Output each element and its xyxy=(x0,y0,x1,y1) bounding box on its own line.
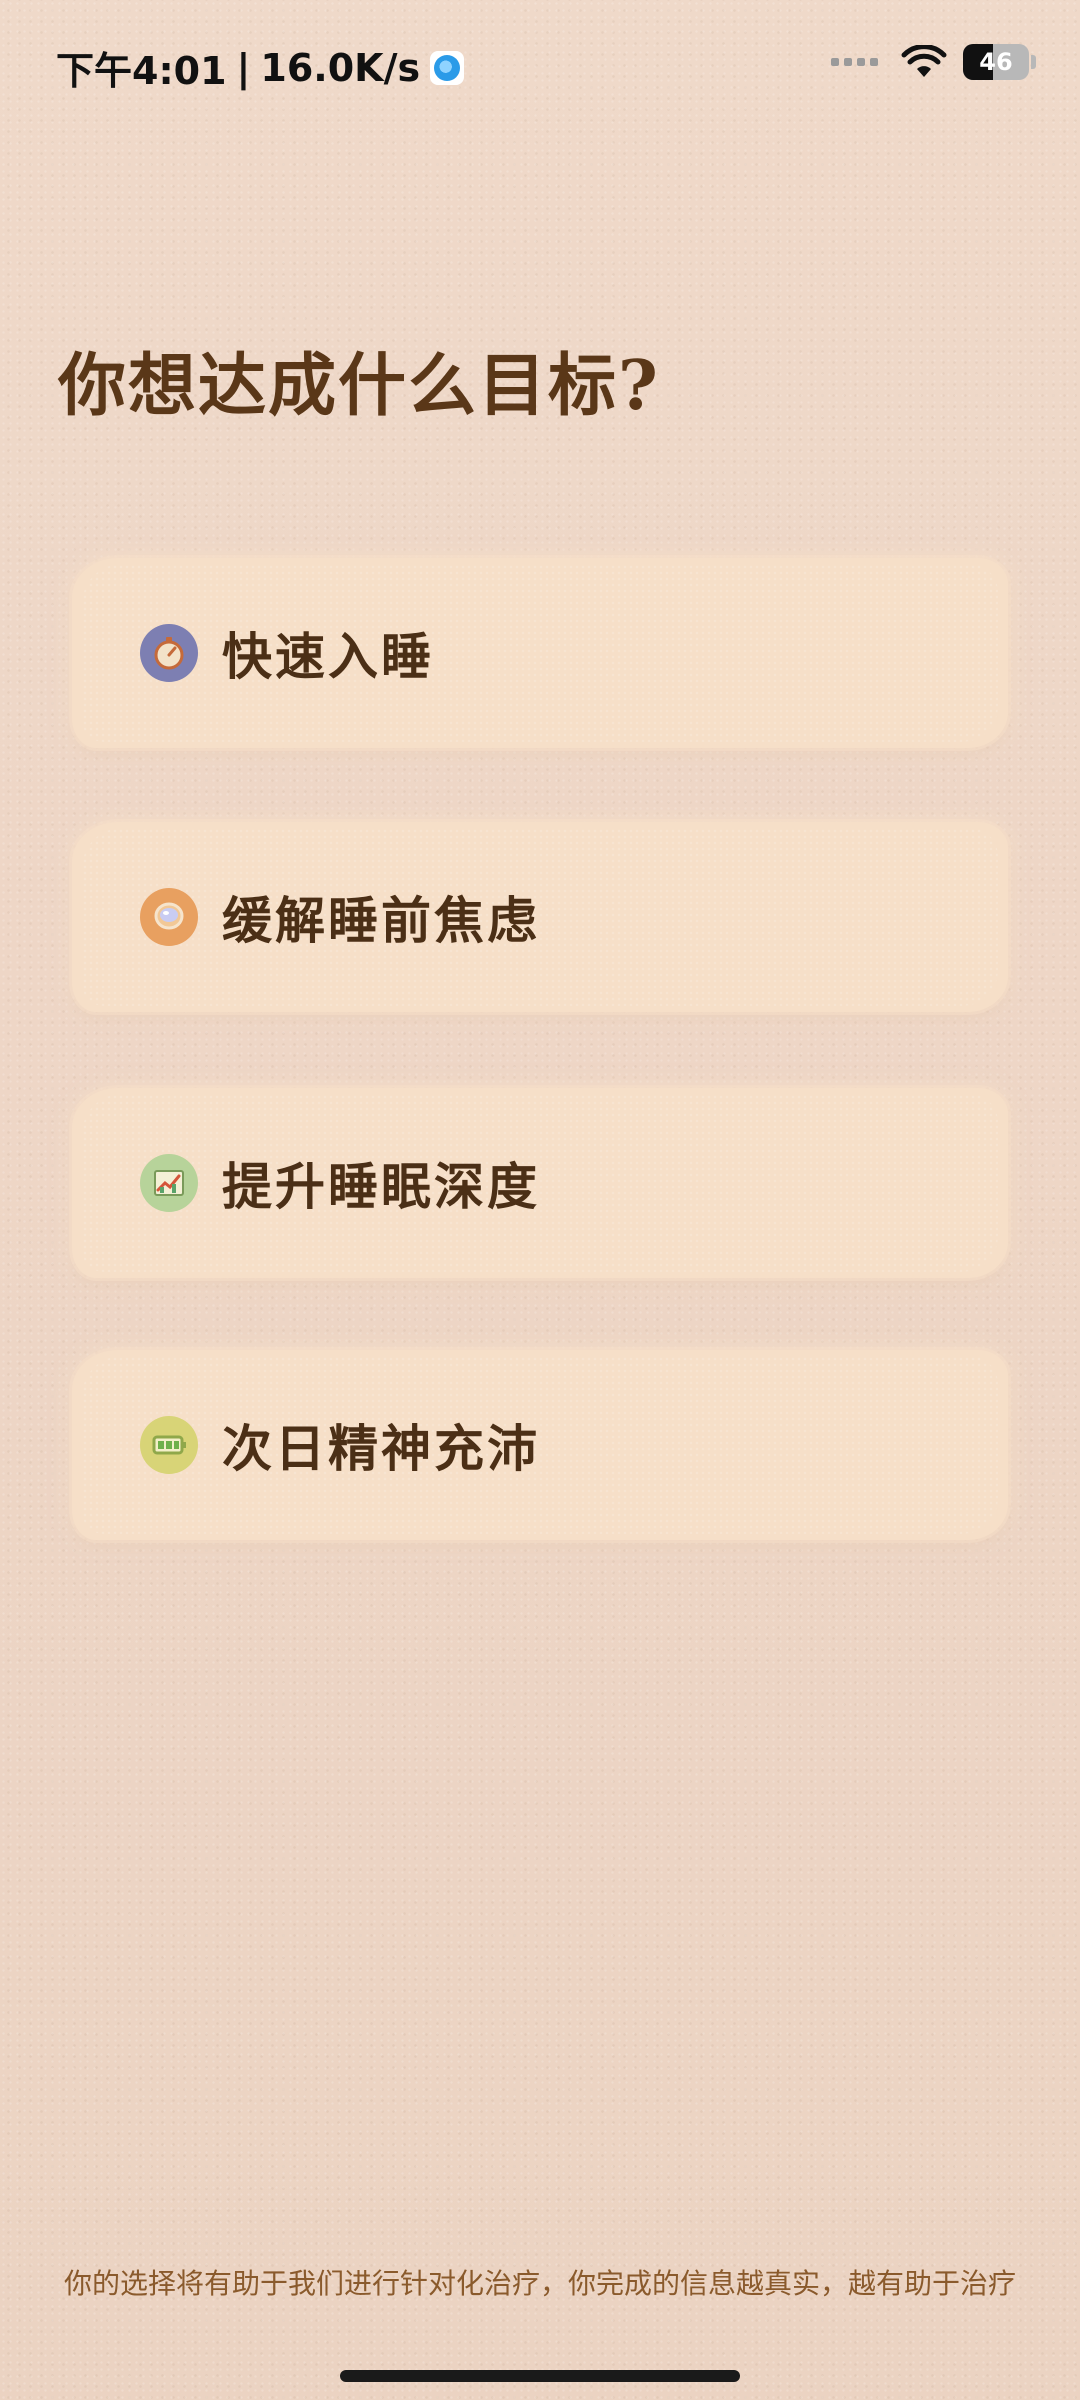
mirror-icon xyxy=(140,888,198,946)
battery-level: 46 xyxy=(979,48,1013,76)
option-fall-asleep-fast[interactable]: 快速入睡 xyxy=(72,558,1008,748)
option-label: 快速入睡 xyxy=(222,627,434,686)
status-right: 46 xyxy=(831,44,1036,80)
wifi-icon xyxy=(901,45,947,77)
stopwatch-icon xyxy=(140,624,198,682)
status-time: 下午4:01 xyxy=(56,49,227,93)
option-label: 次日精神充沛 xyxy=(222,1419,540,1478)
battery-icon xyxy=(140,1416,198,1474)
battery-cap xyxy=(1031,55,1036,69)
home-indicator[interactable] xyxy=(340,2370,740,2382)
option-label: 缓解睡前焦虑 xyxy=(222,891,540,950)
status-separator: | xyxy=(236,45,251,90)
option-relieve-anxiety[interactable]: 缓解睡前焦虑 xyxy=(72,822,1008,1012)
option-deeper-sleep[interactable]: 提升睡眠深度 xyxy=(72,1088,1008,1278)
network-speed: 16.0K/s xyxy=(260,45,421,90)
option-energized-next-day[interactable]: 次日精神充沛 xyxy=(72,1350,1008,1540)
footer-note: 你的选择将有助于我们进行针对化治疗，你完成的信息越真实，越有助于治疗 xyxy=(63,2267,1016,2300)
status-bar: 下午4:01 | 16.0K/s 46 xyxy=(0,0,1080,130)
status-left: 下午4:01 | 16.0K/s xyxy=(56,40,465,95)
signal-icon xyxy=(831,58,883,66)
chart-icon xyxy=(140,1154,198,1212)
battery-icon: 46 xyxy=(963,44,1029,80)
app-notification-icon xyxy=(430,50,465,85)
page-title: 你想达成什么目标? xyxy=(58,346,660,426)
option-label: 提升睡眠深度 xyxy=(222,1157,540,1216)
